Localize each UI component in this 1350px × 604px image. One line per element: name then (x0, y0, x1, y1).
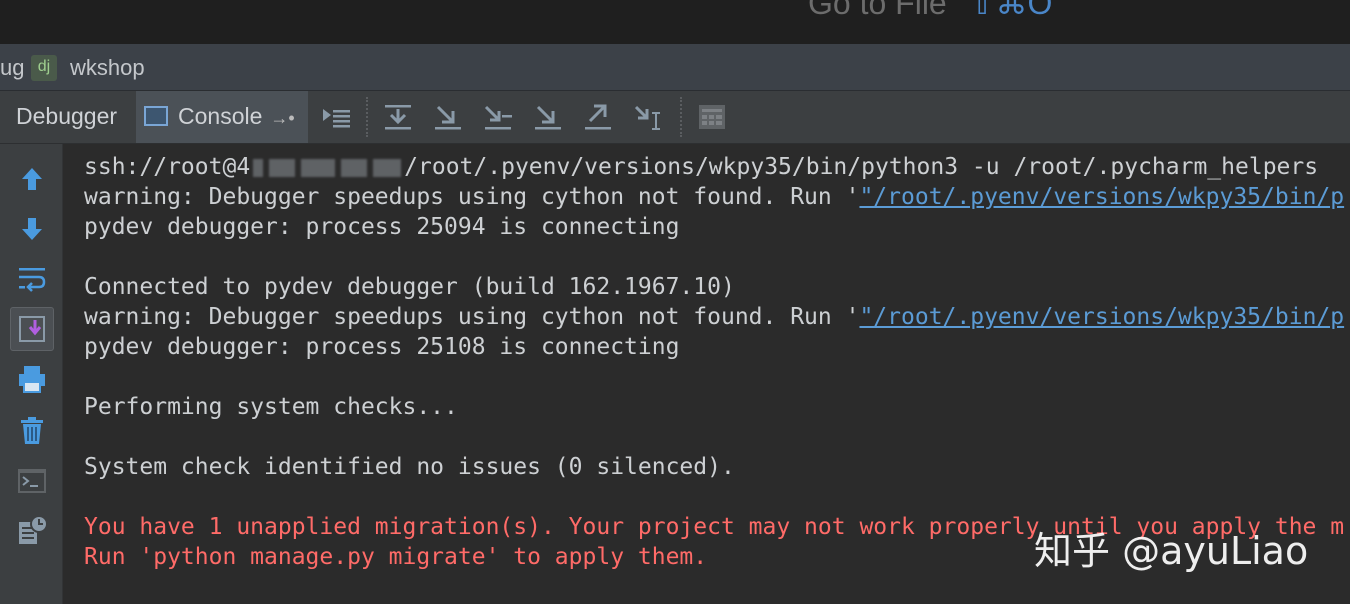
python-console-icon[interactable] (15, 464, 49, 498)
console-line: ssh://root@4/root/.pyenv/versions/wkpy35… (84, 152, 1350, 182)
redacted-host (373, 158, 402, 177)
show-execution-point-icon[interactable] (320, 101, 352, 133)
trash-icon[interactable] (15, 414, 49, 448)
tab-debugger[interactable]: Debugger (6, 91, 128, 143)
top-strip: Go to File ⇧⌘O (0, 0, 1350, 44)
go-to-file-text: Go to File (808, 0, 947, 21)
console-line: pydev debugger: process 25108 is connect… (84, 334, 680, 360)
step-over-icon[interactable] (382, 101, 414, 133)
django-icon: dj (31, 55, 57, 81)
title-prefix: ug (0, 55, 25, 80)
console-side-toolbar (0, 144, 63, 604)
ssh-command-prefix: ssh://root@4 (84, 154, 251, 180)
redacted-host (341, 158, 368, 177)
tab-console[interactable]: Console →• (136, 91, 308, 143)
zhihu-watermark: 知乎 @ayuLiao (1034, 529, 1309, 573)
console-line: warning: Debugger speedups using cython … (84, 302, 1350, 332)
debug-toolbar: Debugger Console →• (0, 91, 1350, 144)
toolbar-separator (366, 97, 369, 137)
warning-path-link[interactable]: "/root/.pyenv/versions/wkpy35/bin/p (859, 304, 1344, 330)
step-into-icon[interactable] (432, 101, 464, 133)
toolbar-separator (680, 97, 683, 137)
tab-debugger-label: Debugger (16, 103, 118, 129)
run-to-cursor-icon[interactable] (632, 101, 664, 133)
step-into-my-code-icon[interactable] (482, 101, 514, 133)
tab-console-label: Console (178, 103, 263, 129)
warning-text: warning: Debugger speedups using cython … (84, 304, 860, 330)
soft-wrap-icon[interactable] (15, 262, 49, 296)
go-to-file-shortcut: ⇧⌘O (968, 0, 1053, 21)
print-icon[interactable] (15, 362, 49, 396)
run-config-title-bar: ug dj wkshop (0, 44, 1350, 91)
scroll-to-end-toggle[interactable] (10, 307, 54, 351)
redacted-host (301, 158, 336, 177)
console-line: Performing system checks... (84, 394, 458, 420)
history-icon[interactable] (15, 514, 49, 548)
console-icon (144, 105, 168, 126)
arrow-up-icon[interactable] (15, 162, 49, 196)
console-line: Connected to pydev debugger (build 162.1… (84, 274, 735, 300)
console-output: ssh://root@4/root/.pyenv/versions/wkpy35… (84, 152, 1350, 572)
force-step-into-icon[interactable] (532, 101, 564, 133)
console-line: System check identified no issues (0 sil… (84, 454, 735, 480)
scroll-to-end-icon (19, 316, 45, 342)
redacted-host (269, 158, 296, 177)
console-line: warning: Debugger speedups using cython … (84, 182, 1350, 212)
project-name[interactable]: wkshop (70, 55, 145, 81)
console-line: pydev debugger: process 25094 is connect… (84, 214, 680, 240)
pin-tab-icon[interactable]: →• (270, 108, 294, 128)
warning-text: warning: Debugger speedups using cython … (84, 184, 860, 210)
redacted-host (253, 158, 264, 177)
arrow-down-icon[interactable] (15, 212, 49, 246)
warning-path-link[interactable]: "/root/.pyenv/versions/wkpy35/bin/p (859, 184, 1344, 210)
evaluate-expression-icon[interactable] (696, 101, 728, 133)
ssh-command-path: /root/.pyenv/versions/wkpy35/bin/python3… (404, 154, 1319, 180)
go-to-file-hint: Go to File ⇧⌘O (808, 0, 1052, 22)
step-out-icon[interactable] (582, 101, 614, 133)
